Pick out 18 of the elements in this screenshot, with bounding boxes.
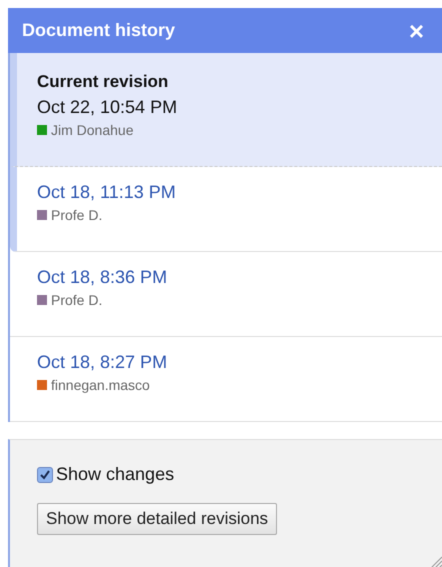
revision-item[interactable]: Oct 18, 11:13 PM Profe D. [10, 167, 442, 252]
author-name: Jim Donahue [51, 122, 134, 138]
revision-date: Oct 18, 8:27 PM [37, 351, 168, 374]
panel-title: Document history [22, 20, 176, 41]
revision-item[interactable]: Current revision Oct 22, 10:54 PM Jim Donahue [10, 53, 442, 167]
show-changes-label: Show changes [56, 464, 174, 485]
revision-heading: Current revision [37, 71, 170, 93]
author-name: Profe D. [51, 292, 102, 308]
revision-date: Oct 18, 8:36 PM [37, 266, 168, 289]
author-name: finnegan.masco [51, 377, 150, 393]
revision-item[interactable]: Oct 18, 8:36 PM Profe D. [10, 252, 442, 337]
close-button[interactable]: × [408, 18, 424, 44]
show-changes-checkbox[interactable] [37, 466, 53, 482]
revision-item[interactable]: Oct 18, 8:27 PM finnegan.masco [10, 337, 442, 422]
show-more-revisions-button[interactable]: Show more detailed revisions [37, 503, 278, 535]
revision-date: Oct 18, 11:13 PM [37, 181, 177, 204]
author-name: Profe D. [51, 207, 102, 223]
revision-date: Oct 22, 10:54 PM [37, 96, 178, 119]
